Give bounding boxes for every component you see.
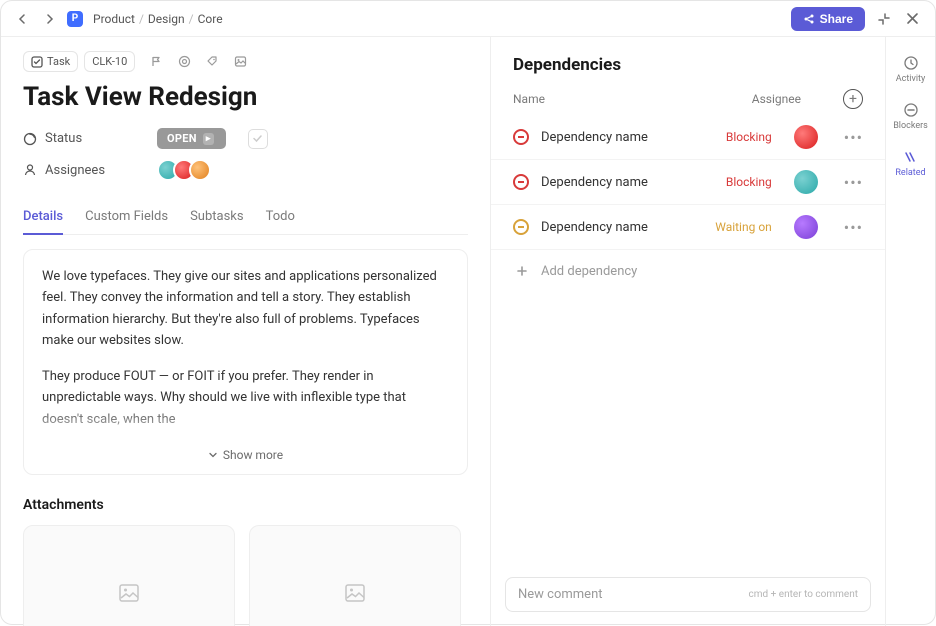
- image-icon: [344, 582, 366, 604]
- tab-details[interactable]: Details: [23, 199, 63, 234]
- avatar[interactable]: [794, 125, 818, 149]
- status-label: Status: [23, 131, 143, 146]
- waiting-icon: [513, 219, 529, 235]
- dependency-tag: Waiting on: [715, 220, 772, 234]
- breadcrumb[interactable]: Product/Design/Core: [93, 12, 223, 26]
- project-icon[interactable]: P: [67, 11, 83, 27]
- breadcrumb-item[interactable]: Design: [148, 12, 185, 26]
- task-id-chip[interactable]: CLK-10: [84, 51, 135, 72]
- dependencies-panel: Dependencies Name Assignee + Dependency …: [491, 37, 885, 626]
- main-panel: Task CLK-10 Task View Redesign Status OP…: [1, 37, 491, 626]
- dependencies-heading: Dependencies: [513, 55, 621, 75]
- assignee-avatars[interactable]: [157, 159, 211, 181]
- attachment-placeholder[interactable]: [23, 525, 235, 626]
- nav-forward-icon[interactable]: [41, 11, 57, 27]
- image-icon[interactable]: [233, 55, 247, 69]
- avatar[interactable]: [794, 215, 818, 239]
- row-menu-icon[interactable]: •••: [844, 128, 863, 147]
- dependency-name: Dependency name: [541, 175, 714, 190]
- add-dependency-icon[interactable]: +: [843, 89, 863, 109]
- chevron-down-icon: [208, 450, 218, 460]
- dependency-name: Dependency name: [541, 130, 714, 145]
- side-blockers[interactable]: Blockers: [893, 102, 928, 131]
- related-icon: [902, 149, 918, 165]
- status-pill[interactable]: OPEN ▸: [157, 128, 226, 149]
- comment-input[interactable]: New comment cmd + enter to comment: [505, 577, 871, 612]
- tag-icon[interactable]: [205, 55, 219, 69]
- close-icon[interactable]: [903, 10, 921, 28]
- row-menu-icon[interactable]: •••: [844, 173, 863, 192]
- topbar: P Product/Design/Core Share: [1, 1, 935, 37]
- dependency-tag: Blocking: [726, 175, 772, 189]
- tab-subtasks[interactable]: Subtasks: [190, 199, 244, 234]
- status-icon: [23, 132, 37, 146]
- attachments-heading: Attachments: [23, 497, 468, 513]
- dependency-tag: Blocking: [726, 130, 772, 144]
- avatar[interactable]: [794, 170, 818, 194]
- add-dependency-label: Add dependency: [541, 264, 637, 279]
- show-more-button[interactable]: Show more: [42, 444, 449, 466]
- add-dependency-button[interactable]: Add dependency: [491, 250, 885, 292]
- tab-todo[interactable]: Todo: [266, 199, 295, 234]
- breadcrumb-item[interactable]: Product: [93, 12, 135, 26]
- comment-placeholder: New comment: [518, 587, 603, 602]
- flag-icon[interactable]: [149, 55, 163, 69]
- target-icon[interactable]: [177, 55, 191, 69]
- activity-icon: [903, 55, 919, 71]
- status-value: OPEN: [167, 132, 197, 145]
- nav-back-icon[interactable]: [15, 11, 31, 27]
- assignees-label: Assignees: [23, 163, 143, 178]
- row-menu-icon[interactable]: •••: [844, 218, 863, 237]
- col-name: Name: [513, 92, 545, 106]
- side-activity[interactable]: Activity: [896, 55, 925, 84]
- comment-hint: cmd + enter to comment: [749, 589, 858, 600]
- col-assignee: Assignee: [752, 92, 843, 106]
- blockers-icon: [903, 102, 919, 118]
- dependency-row[interactable]: Dependency name Blocking •••: [491, 160, 885, 205]
- dependency-name: Dependency name: [541, 220, 703, 235]
- complete-checkbox[interactable]: [248, 129, 268, 149]
- task-icon: [31, 56, 43, 68]
- tab-custom-fields[interactable]: Custom Fields: [85, 199, 168, 234]
- person-icon: [23, 163, 37, 177]
- share-label: Share: [820, 12, 853, 26]
- side-related[interactable]: Related: [895, 149, 925, 178]
- tabs: Details Custom Fields Subtasks Todo: [23, 199, 468, 235]
- description-paragraph[interactable]: We love typefaces. They give our sites a…: [42, 266, 449, 352]
- share-button[interactable]: Share: [791, 7, 865, 31]
- avatar[interactable]: [189, 159, 211, 181]
- image-icon: [118, 582, 140, 604]
- task-type-label: Task: [47, 55, 70, 68]
- blocking-icon: [513, 129, 529, 145]
- side-rail: Activity Blockers Related: [885, 37, 935, 626]
- share-icon: [803, 13, 815, 25]
- dependency-row[interactable]: Dependency name Blocking •••: [491, 115, 885, 160]
- dependency-row[interactable]: Dependency name Waiting on •••: [491, 205, 885, 250]
- attachment-placeholder[interactable]: [249, 525, 461, 626]
- task-type-chip[interactable]: Task: [23, 51, 78, 72]
- task-title[interactable]: Task View Redesign: [23, 82, 468, 112]
- breadcrumb-item[interactable]: Core: [198, 12, 223, 26]
- collapse-icon[interactable]: [875, 10, 893, 28]
- blocking-icon: [513, 174, 529, 190]
- description-card: We love typefaces. They give our sites a…: [23, 249, 468, 475]
- plus-icon: [513, 262, 531, 280]
